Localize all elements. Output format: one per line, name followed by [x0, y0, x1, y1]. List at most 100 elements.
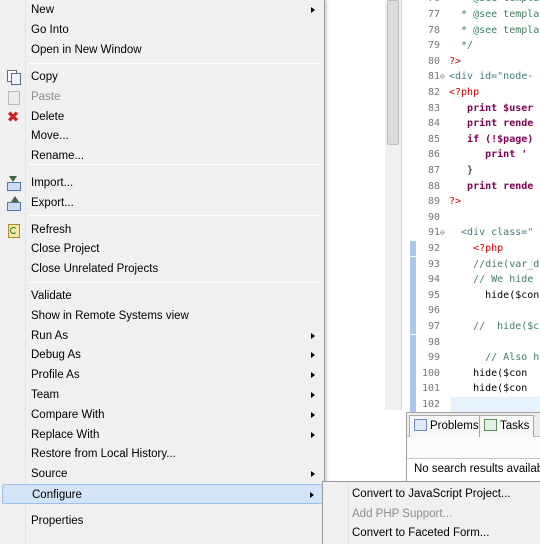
menu-item-label: Refresh [31, 223, 72, 236]
submenu-arrow-icon [311, 392, 315, 398]
menu-item-run-as[interactable]: Run As [2, 326, 323, 346]
delete-icon: ✖ [6, 107, 20, 126]
line-number: 90 [427, 211, 440, 223]
code-line[interactable]: 102 [385, 396, 540, 413]
code-line[interactable]: 77 * @see templat [385, 7, 540, 23]
menu-item-replace-with[interactable]: Replace With [2, 425, 323, 445]
code-line[interactable]: 76 @see templat [385, 0, 540, 7]
menu-item-close-project[interactable]: Close Project [2, 239, 323, 259]
menu-item-import[interactable]: Import... [2, 173, 323, 193]
menu-item-compare-with[interactable]: Compare With [2, 405, 323, 425]
menu-item-label: Properties [31, 514, 84, 527]
menu-item-properties[interactable]: Properties [2, 511, 323, 531]
menu-item-paste[interactable]: Paste [2, 87, 323, 107]
code-line[interactable]: 86 print ' [385, 147, 540, 163]
menu-item-export[interactable]: Export... [2, 193, 323, 213]
line-number: 95 [427, 289, 440, 301]
menu-item-validate[interactable]: Validate [2, 286, 323, 306]
menu-item-delete[interactable]: ✖ Delete [2, 107, 323, 127]
menu-item-label: Profile As [31, 369, 80, 381]
submenu-item-add-php-support[interactable]: Add PHP Support... [325, 504, 539, 524]
menu-item-label: New [31, 4, 55, 16]
menu-item-label: Copy [31, 70, 58, 83]
view-tabs: Problems Tasks [407, 413, 540, 437]
menu-item-close-unrelated-projects[interactable]: Close Unrelated Projects [2, 259, 323, 279]
code-line[interactable]: 101 hide($con [385, 381, 540, 397]
menu-item-configure[interactable]: Configure [2, 483, 323, 504]
menu-item-refresh[interactable]: Refresh [2, 220, 323, 240]
code-line[interactable]: 89 ?> [385, 194, 540, 210]
line-number: 87 [427, 164, 440, 176]
line-number: 77 [427, 8, 440, 20]
code-line[interactable]: 96 [385, 303, 540, 319]
paste-icon [6, 90, 20, 105]
submenu-item-convert-to-faceted-form[interactable]: Convert to Faceted Form... [325, 523, 539, 543]
menu-item-label: Show in Remote Systems view [31, 309, 189, 322]
code-line[interactable]: 88 print rende [385, 179, 540, 195]
line-number: 102 [421, 398, 440, 410]
menu-item-label: Open in New Window [31, 44, 142, 56]
menu-item-label: Validate [31, 290, 72, 302]
code-text: @see templat [449, 0, 540, 7]
submenu-item-label: Convert to JavaScript Project... [352, 487, 511, 500]
code-line[interactable]: 84 print rende [385, 116, 540, 132]
code-line[interactable]: 94 // We hide [385, 272, 540, 288]
tab-tasks[interactable]: Tasks [479, 415, 535, 437]
line-number: 81 [427, 71, 440, 83]
menu-item-new[interactable]: New [2, 0, 323, 20]
code-line[interactable]: 93 //die(var_d [385, 256, 540, 273]
menu-item-move[interactable]: Move... [2, 126, 323, 146]
menu-item-team[interactable]: Team [2, 385, 323, 405]
code-text: * @see templat [449, 24, 540, 36]
code-line[interactable]: 100 hide($con [385, 365, 540, 382]
menu-item-go-into[interactable]: Go Into [2, 20, 323, 40]
line-number: 101 [421, 383, 440, 395]
submenu-arrow-icon [311, 352, 315, 358]
menu-item-show-in-remote-systems-view[interactable]: Show in Remote Systems view [2, 306, 323, 326]
submenu-arrow-icon [311, 431, 315, 438]
code-line[interactable]: 82 <?php [385, 85, 540, 101]
code-line[interactable]: 91 ⊖ <div class=" [385, 225, 540, 241]
code-line[interactable]: 95 hide($con [385, 287, 540, 304]
code-text: // We hide [449, 274, 534, 286]
menu-item-label: Delete [31, 110, 65, 123]
menu-item-source[interactable]: Source [2, 464, 323, 484]
code-line[interactable]: 83 print $user [385, 101, 540, 117]
submenu-item-convert-to-javascript-project[interactable]: Convert to JavaScript Project... [325, 484, 539, 504]
menu-item-label: Compare With [31, 408, 105, 421]
submenu-arrow-icon [311, 471, 315, 477]
code-text: hide($con [449, 367, 528, 379]
line-number: 79 [427, 40, 440, 52]
code-line[interactable]: 85 if (!$page) [385, 132, 540, 148]
context-menu: New Go Into Open in New Window Copy Paste ✖ De… [0, 0, 325, 544]
code-line[interactable]: 97 // hide($c [385, 318, 540, 335]
code-line[interactable]: 87 } [385, 163, 540, 179]
code-text: <?php [449, 86, 480, 98]
menu-item-label: Debug As [31, 349, 81, 361]
code-line[interactable]: 92 <?php [385, 240, 540, 257]
code-line[interactable]: 98 [385, 334, 540, 351]
code-text: */ [449, 40, 474, 52]
php-editor[interactable]: 76 @see templat77 * @see templat78 * @se… [385, 0, 540, 457]
code-line[interactable]: 78 * @see templat [385, 23, 540, 39]
menu-item-open-in-new-window[interactable]: Open in New Window [2, 40, 323, 60]
code-line[interactable]: 90 [385, 210, 540, 226]
code-line[interactable]: 81 ⊖ <div id="node- [385, 69, 540, 85]
code-line[interactable]: 80 ?> [385, 54, 540, 70]
code-text: //die(var_d [449, 258, 540, 270]
menu-item-restore-from-local-history[interactable]: Restore from Local History... [2, 444, 323, 464]
code-line[interactable]: 79 */ [385, 38, 540, 54]
menu-item-profile-as[interactable]: Profile As [2, 365, 323, 385]
code-text: } [449, 164, 474, 176]
code-text: if (!$page) [449, 133, 534, 145]
line-number: 98 [427, 336, 440, 348]
code-line[interactable]: 99 // Also h [385, 350, 540, 366]
menu-item-copy[interactable]: Copy [2, 67, 323, 87]
menu-item-debug-as[interactable]: Debug As [2, 345, 323, 365]
line-number: 96 [427, 305, 440, 317]
menu-item-label: Rename... [31, 150, 85, 162]
tab-problems[interactable]: Problems [409, 415, 484, 437]
copy-icon [6, 69, 21, 85]
line-number: 78 [427, 24, 440, 36]
menu-item-rename[interactable]: Rename... [2, 146, 323, 166]
